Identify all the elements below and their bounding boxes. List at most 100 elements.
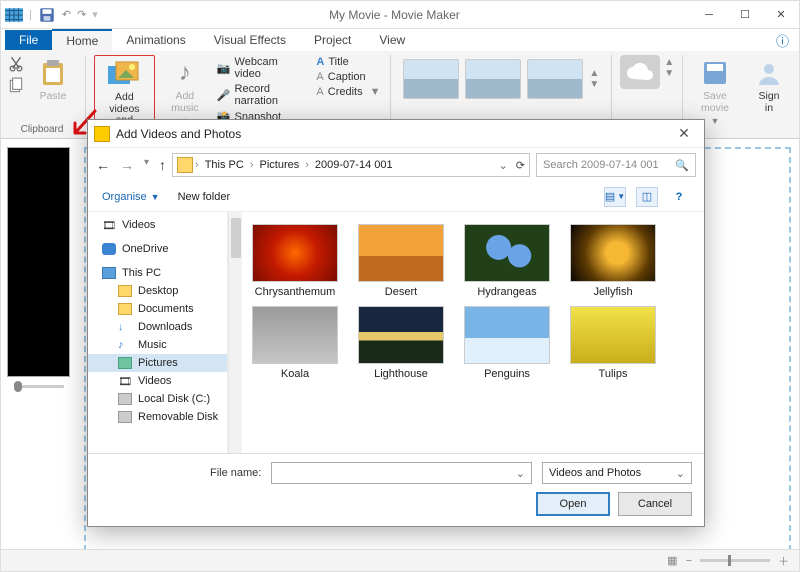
thumbnail xyxy=(570,224,656,282)
dialog-title: Add Videos and Photos xyxy=(116,127,241,141)
nav-recent-dropdown[interactable]: ▾ xyxy=(144,157,149,173)
tab-home[interactable]: Home xyxy=(52,29,112,51)
thumbnail xyxy=(252,306,338,364)
window-title: My Movie - Movie Maker xyxy=(98,8,691,22)
zoom-slider[interactable] xyxy=(700,559,770,562)
help-button[interactable]: ? xyxy=(668,187,690,207)
paste-button[interactable]: Paste xyxy=(29,55,77,105)
organise-button[interactable]: Organise▼ xyxy=(102,191,160,203)
title-button[interactable]: ATitle xyxy=(314,55,382,69)
file-item[interactable]: Koala xyxy=(246,306,344,380)
tab-visual-effects[interactable]: Visual Effects xyxy=(200,30,300,50)
breadcrumb-segment[interactable]: Pictures xyxy=(256,159,304,171)
caption-button[interactable]: ACaption xyxy=(314,70,382,84)
file-item[interactable]: Jellyfish xyxy=(564,224,662,298)
caption-icon: A xyxy=(316,71,323,83)
window-titlebar: | ↶ ↷ ▾ My Movie - Movie Maker ─ ☐ ✕ xyxy=(1,1,799,29)
zoom-in-button[interactable]: ＋ xyxy=(778,553,789,569)
videos-icon xyxy=(118,375,132,387)
thumbnail xyxy=(252,224,338,282)
qat-redo-icon[interactable]: ↷ xyxy=(77,8,86,21)
save-movie-button[interactable]: Save movie ▼ xyxy=(691,55,739,128)
credits-icon: A xyxy=(316,86,323,98)
cancel-button[interactable]: Cancel xyxy=(618,492,692,516)
file-name-label: File name: xyxy=(210,467,261,479)
thumbnail xyxy=(358,306,444,364)
tab-file[interactable]: File xyxy=(5,30,52,50)
pictures-icon xyxy=(118,357,132,369)
save-movie-icon xyxy=(699,57,731,89)
thumbnail xyxy=(358,224,444,282)
search-icon: 🔍 xyxy=(675,159,689,172)
open-button[interactable]: Open xyxy=(536,492,610,516)
group-clipboard-label: Clipboard xyxy=(21,124,64,135)
copy-icon[interactable] xyxy=(7,77,25,95)
refresh-icon[interactable]: ⟳ xyxy=(516,159,525,172)
cut-icon[interactable] xyxy=(7,55,25,73)
documents-icon xyxy=(118,303,132,315)
add-media-icon xyxy=(108,58,140,90)
navigation-tree[interactable]: Videos OneDrive This PC Desktop Document… xyxy=(88,212,228,453)
ribbon-tabs: File Home Animations Visual Effects Proj… xyxy=(1,29,799,51)
preview-seek-slider[interactable] xyxy=(14,385,64,388)
file-type-filter[interactable]: Videos and Photos⌄ xyxy=(542,462,692,484)
file-item[interactable]: Penguins xyxy=(458,306,556,380)
view-mode-button[interactable]: ▤▼ xyxy=(604,187,626,207)
desktop-icon xyxy=(118,285,132,297)
videos-icon xyxy=(102,219,116,231)
address-dropdown-icon[interactable]: ⌄ xyxy=(499,159,508,172)
tab-animations[interactable]: Animations xyxy=(112,30,199,50)
sign-in-button[interactable]: Sign in xyxy=(745,55,793,116)
status-bar: ▦ − ＋ xyxy=(1,549,799,571)
file-name-input[interactable]: ⌄ xyxy=(271,462,532,484)
add-music-button[interactable]: ♪ Add music ▼ xyxy=(161,55,209,128)
help-icon[interactable]: ⓘ xyxy=(776,31,789,50)
paste-icon xyxy=(37,57,69,89)
video-preview xyxy=(7,147,70,377)
qat-save-icon[interactable] xyxy=(38,6,56,24)
quick-access-toolbar: | ↶ ↷ ▾ xyxy=(5,6,98,24)
file-item[interactable]: Lighthouse xyxy=(352,306,450,380)
search-placeholder: Search 2009-07-14 001 xyxy=(543,159,659,171)
tab-view[interactable]: View xyxy=(365,30,419,50)
file-item[interactable]: Hydrangeas xyxy=(458,224,556,298)
close-button[interactable]: ✕ xyxy=(763,1,799,29)
search-box[interactable]: Search 2009-07-14 001 🔍 xyxy=(536,153,696,177)
new-folder-button[interactable]: New folder xyxy=(178,191,231,203)
breadcrumb-segment[interactable]: 2009-07-14 001 xyxy=(311,159,397,171)
this-pc-icon xyxy=(102,267,116,279)
maximize-button[interactable]: ☐ xyxy=(727,1,763,29)
mic-icon: 🎤 xyxy=(217,89,231,102)
tab-project[interactable]: Project xyxy=(300,30,365,50)
minimize-button[interactable]: ─ xyxy=(691,1,727,29)
removable-disk-icon xyxy=(118,411,132,423)
webcam-video-button[interactable]: 📷Webcam video xyxy=(215,55,309,81)
address-bar[interactable]: › This PC › Pictures › 2009-07-14 001 ⌄ … xyxy=(172,153,530,177)
themes-gallery[interactable]: ▲▼ xyxy=(399,55,603,103)
folder-icon xyxy=(177,157,193,173)
downloads-icon xyxy=(118,321,132,333)
share-cloud-icon[interactable] xyxy=(620,55,660,89)
nav-back-button[interactable]: ← xyxy=(96,157,110,173)
qat-undo-icon[interactable]: ↶ xyxy=(62,8,71,21)
zoom-out-button[interactable]: − xyxy=(686,555,692,567)
dialog-icon xyxy=(94,126,110,142)
thumbnail xyxy=(570,306,656,364)
music-note-icon: ♪ xyxy=(169,57,201,89)
nav-pictures-selected[interactable]: Pictures xyxy=(88,354,227,372)
breadcrumb-segment[interactable]: This PC xyxy=(201,159,248,171)
file-item[interactable]: Desert xyxy=(352,224,450,298)
credits-button[interactable]: ACredits▼ xyxy=(314,85,382,99)
nav-up-button[interactable]: ↑ xyxy=(159,157,166,173)
file-item[interactable]: Chrysanthemum xyxy=(246,224,344,298)
add-videos-photos-dialog: Add Videos and Photos ✕ ← → ▾ ↑ › This P… xyxy=(87,119,705,527)
preview-pane-button[interactable]: ◫ xyxy=(636,187,658,207)
dialog-close-button[interactable]: ✕ xyxy=(670,125,698,142)
file-item[interactable]: Tulips xyxy=(564,306,662,380)
nav-scrollbar[interactable] xyxy=(228,212,242,453)
record-narration-button[interactable]: 🎤Record narration xyxy=(215,82,309,108)
view-toggle-icon[interactable]: ▦ xyxy=(667,554,677,567)
title-icon: A xyxy=(316,56,324,68)
nav-forward-button[interactable]: → xyxy=(120,157,134,173)
music-icon xyxy=(118,339,132,351)
